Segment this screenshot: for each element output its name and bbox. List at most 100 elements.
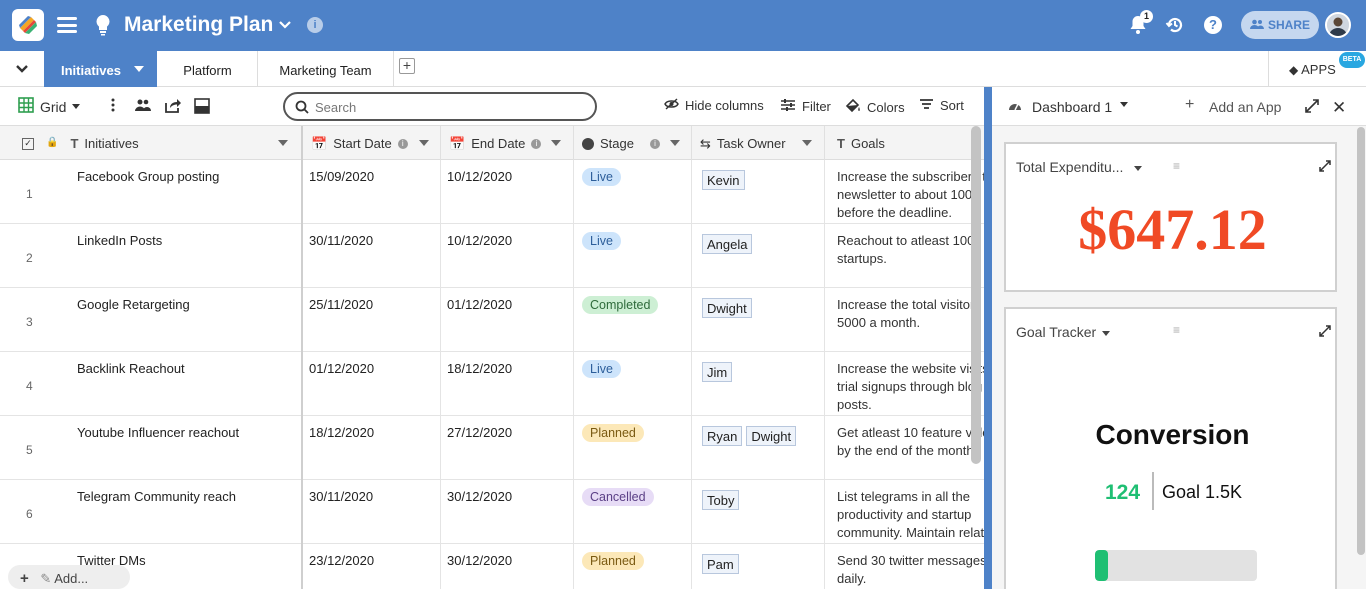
caret-down-icon[interactable] <box>1120 102 1128 107</box>
chevron-down-icon[interactable] <box>551 140 561 146</box>
tab-marketing-team[interactable]: Marketing Team <box>258 51 394 87</box>
end-date-cell[interactable]: 01/12/2020 <box>441 288 574 352</box>
app-title[interactable]: Marketing Plan <box>124 13 273 37</box>
end-date-cell[interactable]: 30/12/2020 <box>441 480 574 544</box>
help-icon[interactable]: ? <box>1204 16 1222 34</box>
info-icon[interactable]: i <box>397 139 408 149</box>
start-date-cell[interactable]: 18/12/2020 <box>303 416 441 480</box>
share-view-icon[interactable] <box>164 98 182 114</box>
goals-cell[interactable]: List telegrams in all the productivity an… <box>825 480 984 544</box>
chevron-down-icon[interactable] <box>277 17 293 36</box>
table-row[interactable]: 3 Google Retargeting 25/11/2020 01/12/2020 C… <box>0 288 984 352</box>
chevron-down-icon[interactable] <box>278 140 288 146</box>
select-all-checkbox[interactable]: ✓ <box>22 138 34 150</box>
chevron-down-icon[interactable] <box>670 140 680 146</box>
tab-platform[interactable]: Platform <box>158 51 258 87</box>
people-icon[interactable] <box>135 99 151 111</box>
chevron-down-icon[interactable] <box>802 140 812 146</box>
colors-button[interactable]: Colors <box>845 98 905 116</box>
owner-chip[interactable]: Dwight <box>702 298 752 318</box>
column-task-owner-header[interactable]: ⇆ Task Owner <box>692 126 825 160</box>
column-stage-header[interactable]: Stage i <box>574 126 692 160</box>
column-start-date-header[interactable]: 📅 Start Date i <box>303 126 441 160</box>
info-icon[interactable]: i <box>307 17 323 33</box>
history-icon[interactable] <box>1165 15 1185 38</box>
drag-handle-icon[interactable]: ≡ <box>1173 159 1180 173</box>
start-date-cell[interactable]: 30/11/2020 <box>303 480 441 544</box>
start-date-cell[interactable]: 01/12/2020 <box>303 352 441 416</box>
collapse-tabs-icon[interactable] <box>0 51 44 87</box>
stage-cell[interactable]: Completed <box>574 288 692 352</box>
goal-tracker-title[interactable]: Goal Tracker <box>1016 324 1096 340</box>
add-app-button[interactable]: Add an App <box>1209 99 1281 115</box>
owner-chip[interactable]: Kevin <box>702 170 745 190</box>
owner-chip[interactable]: Toby <box>702 490 740 510</box>
dashboard-scrollbar[interactable] <box>1357 127 1365 555</box>
owner-chip[interactable]: Ryan <box>702 426 743 446</box>
owner-chip[interactable]: Dwight <box>746 426 797 446</box>
more-options-icon[interactable] <box>111 98 115 112</box>
close-icon[interactable]: ✕ <box>1332 98 1346 118</box>
table-row[interactable]: 6 Telegram Community reach 30/11/2020 30/12… <box>0 480 984 544</box>
filter-button[interactable]: Filter <box>780 98 831 115</box>
goals-cell[interactable]: Increase the total visitors to 5000 a mon… <box>825 288 984 352</box>
column-goals-header[interactable]: T Goals <box>825 126 984 160</box>
chevron-down-icon[interactable] <box>419 140 429 146</box>
owner-chip[interactable]: Angela <box>702 234 753 254</box>
end-date-cell[interactable]: 18/12/2020 <box>441 352 574 416</box>
grid-scrollbar[interactable] <box>971 126 981 464</box>
add-tab-button[interactable]: + <box>399 58 415 74</box>
caret-down-icon[interactable] <box>1134 166 1142 171</box>
menu-icon[interactable] <box>57 17 77 33</box>
stage-cell[interactable]: Planned <box>574 544 692 589</box>
goals-cell[interactable]: Get atleast 10 feature videos by the end … <box>825 416 984 480</box>
initiative-cell[interactable]: LinkedIn Posts <box>68 224 303 288</box>
start-date-cell[interactable]: 25/11/2020 <box>303 288 441 352</box>
row-height-icon[interactable] <box>194 98 210 114</box>
start-date-cell[interactable]: 15/09/2020 <box>303 160 441 224</box>
expand-icon[interactable] <box>1319 325 1331 340</box>
task-owner-cell[interactable]: Kevin <box>692 160 825 224</box>
owner-chip[interactable]: Jim <box>702 362 733 382</box>
goals-cell[interactable]: Send 30 twitter messages daily. <box>825 544 984 589</box>
stage-cell[interactable]: Live <box>574 352 692 416</box>
initiative-cell[interactable]: Google Retargeting <box>68 288 303 352</box>
initiative-cell[interactable]: Backlink Reachout <box>68 352 303 416</box>
goals-cell[interactable]: Increase the subscribers to newsletter to… <box>825 160 984 224</box>
table-row[interactable]: 2 LinkedIn Posts 30/11/2020 10/12/2020 Live A… <box>0 224 984 288</box>
caret-down-icon[interactable] <box>134 66 144 72</box>
initiative-cell[interactable]: Facebook Group posting <box>68 160 303 224</box>
avatar[interactable] <box>1325 12 1351 38</box>
dashboard-title[interactable]: Dashboard 1 <box>1032 99 1112 115</box>
start-date-cell[interactable]: 30/11/2020 <box>303 224 441 288</box>
stage-cell[interactable]: Planned <box>574 416 692 480</box>
expand-icon[interactable] <box>1305 99 1319 116</box>
end-date-cell[interactable]: 10/12/2020 <box>441 160 574 224</box>
share-button[interactable]: SHARE <box>1241 11 1319 39</box>
info-icon[interactable]: i <box>649 139 660 149</box>
task-owner-cell[interactable]: Toby <box>692 480 825 544</box>
stage-cell[interactable]: Live <box>574 160 692 224</box>
table-row[interactable]: 5 Youtube Influencer reachout 18/12/2020 27… <box>0 416 984 480</box>
hide-columns-button[interactable]: Hide columns <box>664 98 764 113</box>
owner-chip[interactable]: Pam <box>702 554 739 574</box>
initiative-cell[interactable]: Youtube Influencer reachout <box>68 416 303 480</box>
end-date-cell[interactable]: 10/12/2020 <box>441 224 574 288</box>
sort-button[interactable]: Sort <box>919 98 964 113</box>
task-owner-cell[interactable]: Jim <box>692 352 825 416</box>
search-input[interactable]: Search <box>283 92 597 121</box>
start-date-cell[interactable]: 23/12/2020 <box>303 544 441 589</box>
goals-cell[interactable]: Reachout to atleast 100 startups. <box>825 224 984 288</box>
column-initiatives-header[interactable]: ✓ 🔒 T Initiatives <box>0 126 303 160</box>
drag-handle-icon[interactable]: ≡ <box>1173 323 1180 337</box>
task-owner-cell[interactable]: Angela <box>692 224 825 288</box>
end-date-cell[interactable]: 27/12/2020 <box>441 416 574 480</box>
end-date-cell[interactable]: 30/12/2020 <box>441 544 574 589</box>
expand-icon[interactable] <box>1319 160 1331 175</box>
expenditure-title[interactable]: Total Expenditu... <box>1016 159 1123 175</box>
task-owner-cell[interactable]: Pam <box>692 544 825 589</box>
table-row[interactable]: 1 Facebook Group posting 15/09/2020 10/12/2… <box>0 160 984 224</box>
task-owner-cell[interactable]: Dwight <box>692 288 825 352</box>
goals-cell[interactable]: Increase the website visits and trial sig… <box>825 352 984 416</box>
table-row[interactable]: 4 Backlink Reachout 01/12/2020 18/12/2020 Li… <box>0 352 984 416</box>
